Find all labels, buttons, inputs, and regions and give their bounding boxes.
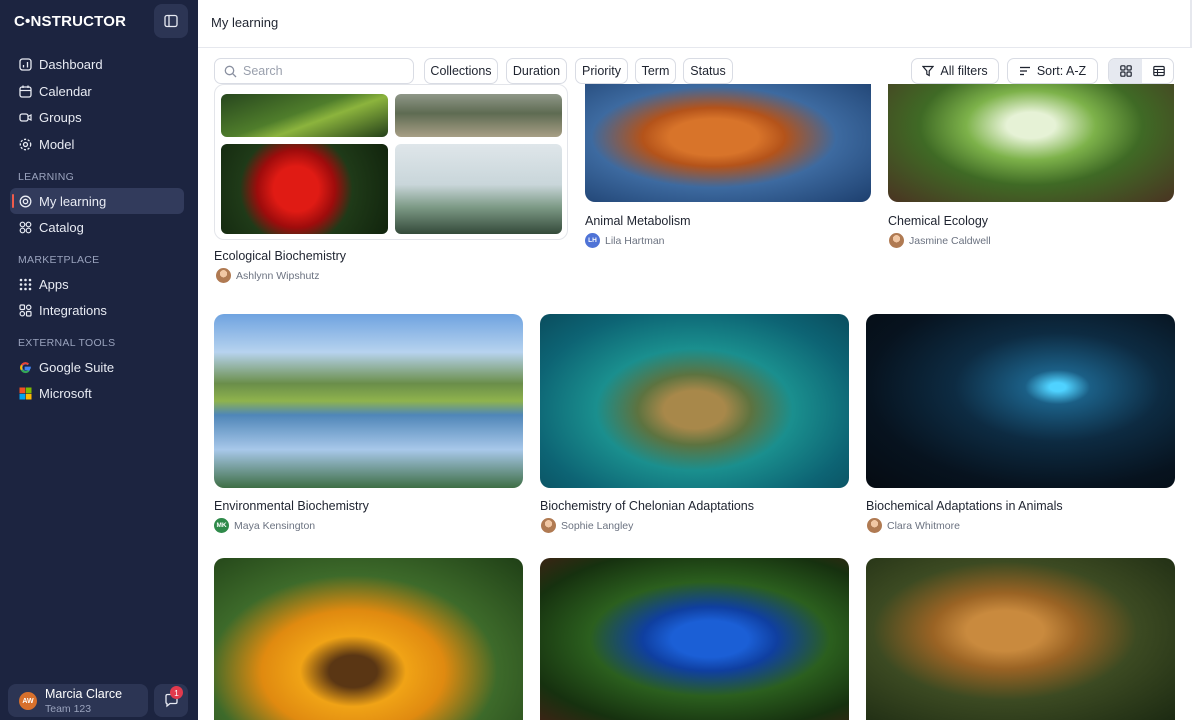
author-avatar xyxy=(216,268,231,283)
sidebar-item-label: Google Suite xyxy=(39,359,115,375)
section-label-marketplace: MARKETPLACE xyxy=(18,254,100,266)
dashboard-icon xyxy=(18,57,32,71)
collection-thumbnail-leaf xyxy=(221,94,388,137)
section-label-external-tools: EXTERNAL TOOLS xyxy=(18,337,116,349)
sort-icon xyxy=(1019,65,1031,77)
author-name: Jasmine Caldwell xyxy=(909,234,991,247)
groups-icon xyxy=(18,110,32,124)
sidebar-item-apps[interactable]: Apps xyxy=(10,271,184,297)
course-author: Ashlynn Wipshutz xyxy=(216,268,319,283)
all-filters-button[interactable]: All filters xyxy=(911,58,999,84)
catalog-icon xyxy=(18,220,32,234)
filter-duration[interactable]: Duration xyxy=(506,58,567,84)
course-author: Sophie Langley xyxy=(541,518,633,533)
sidebar: C•NSTRUCTOR Dashboard Calendar Groups Mo… xyxy=(0,0,198,720)
filter-icon xyxy=(922,65,935,77)
sidebar-item-label: Apps xyxy=(39,276,69,292)
author-name: Sophie Langley xyxy=(561,519,634,532)
google-icon xyxy=(18,360,32,374)
collection-thumbnail-lab xyxy=(395,144,562,234)
sidebar-item-label: My learning xyxy=(39,193,107,209)
search-placeholder: Search xyxy=(243,64,283,78)
course-title[interactable]: Animal Metabolism xyxy=(585,214,691,228)
table-icon xyxy=(1152,65,1165,77)
model-icon xyxy=(18,137,32,151)
avatar: AW xyxy=(19,692,37,710)
my-learning-icon xyxy=(18,194,32,208)
sidebar-item-label: Microsoft xyxy=(39,385,92,401)
collection-thumbnail-forest xyxy=(395,94,562,137)
user-profile-card[interactable]: AW Marcia Clarce Team 123 xyxy=(8,684,148,717)
sidebar-item-label: Groups xyxy=(39,109,82,125)
sort-label: Sort: A-Z xyxy=(1036,64,1087,78)
sidebar-item-groups[interactable]: Groups xyxy=(10,104,184,130)
search-icon xyxy=(224,65,237,78)
filter-collections[interactable]: Collections xyxy=(424,58,498,84)
author-name: Maya Kensington xyxy=(234,519,316,532)
collapse-sidebar-button[interactable] xyxy=(154,4,188,38)
course-title[interactable]: Biochemical Adaptations in Animals xyxy=(866,499,1063,513)
microsoft-icon xyxy=(18,386,32,400)
section-label-learning: LEARNING xyxy=(18,171,75,183)
course-author: MK Maya Kensington xyxy=(214,518,315,533)
course-image-frog[interactable] xyxy=(540,558,849,720)
course-image-canopy[interactable] xyxy=(888,84,1174,202)
course-title[interactable]: Ecological Biochemistry xyxy=(214,249,346,263)
page-title: My learning xyxy=(211,15,279,30)
course-author: Jasmine Caldwell xyxy=(889,233,991,248)
top-header: My learning xyxy=(198,0,1192,48)
course-image-bee[interactable] xyxy=(214,558,523,720)
sidebar-item-label: Calendar xyxy=(39,83,92,99)
sidebar-item-catalog[interactable]: Catalog xyxy=(10,214,184,240)
grid-view-button[interactable] xyxy=(1109,59,1142,83)
notification-badge: 1 xyxy=(170,686,183,699)
course-author: Clara Whitmore xyxy=(867,518,960,533)
all-filters-label: All filters xyxy=(940,64,988,78)
sidebar-item-model[interactable]: Model xyxy=(10,131,184,157)
author-avatar xyxy=(541,518,556,533)
calendar-icon xyxy=(18,84,32,98)
course-title[interactable]: Chemical Ecology xyxy=(888,214,988,228)
filter-status[interactable]: Status xyxy=(683,58,733,84)
sidebar-item-label: Integrations xyxy=(39,302,107,318)
course-author: LH Lila Hartman xyxy=(585,233,665,248)
collection-thumbnail-lily xyxy=(221,144,388,234)
sidebar-item-label: Dashboard xyxy=(39,56,103,72)
author-avatar xyxy=(889,233,904,248)
apps-icon xyxy=(18,277,32,291)
user-name: Marcia Clarce xyxy=(45,687,123,701)
logo: C•NSTRUCTOR xyxy=(14,13,127,30)
sidebar-item-my-learning[interactable]: My learning xyxy=(10,188,184,214)
author-avatar: LH xyxy=(585,233,600,248)
sidebar-item-dashboard[interactable]: Dashboard xyxy=(10,51,184,77)
course-title[interactable]: Environmental Biochemistry xyxy=(214,499,369,513)
sidebar-toggle-icon xyxy=(164,14,178,28)
author-avatar xyxy=(867,518,882,533)
user-team: Team 123 xyxy=(45,703,92,715)
sidebar-item-microsoft[interactable]: Microsoft xyxy=(10,380,184,406)
author-name: Ashlynn Wipshutz xyxy=(236,269,320,282)
course-image-turtle[interactable] xyxy=(540,314,849,488)
course-image-fox[interactable] xyxy=(585,84,871,202)
author-name: Lila Hartman xyxy=(605,234,665,247)
course-image-anglerfish[interactable] xyxy=(866,314,1175,488)
sidebar-item-label: Model xyxy=(39,136,75,152)
filter-priority[interactable]: Priority xyxy=(575,58,628,84)
search-input[interactable]: Search xyxy=(214,58,414,84)
author-name: Clara Whitmore xyxy=(887,519,960,532)
course-title[interactable]: Biochemistry of Chelonian Adaptations xyxy=(540,499,754,513)
view-toggle xyxy=(1108,58,1174,84)
course-image-lake[interactable] xyxy=(214,314,523,488)
integrations-icon xyxy=(18,303,32,317)
sidebar-item-integrations[interactable]: Integrations xyxy=(10,297,184,323)
table-view-button[interactable] xyxy=(1142,59,1173,83)
author-avatar: MK xyxy=(214,518,229,533)
sidebar-item-label: Catalog xyxy=(39,219,84,235)
grid-icon xyxy=(1119,65,1132,77)
sort-button[interactable]: Sort: A-Z xyxy=(1007,58,1098,84)
sidebar-item-google-suite[interactable]: Google Suite xyxy=(10,354,184,380)
filter-term[interactable]: Term xyxy=(635,58,676,84)
course-image-mushrooms[interactable] xyxy=(866,558,1175,720)
sidebar-item-calendar[interactable]: Calendar xyxy=(10,78,184,104)
